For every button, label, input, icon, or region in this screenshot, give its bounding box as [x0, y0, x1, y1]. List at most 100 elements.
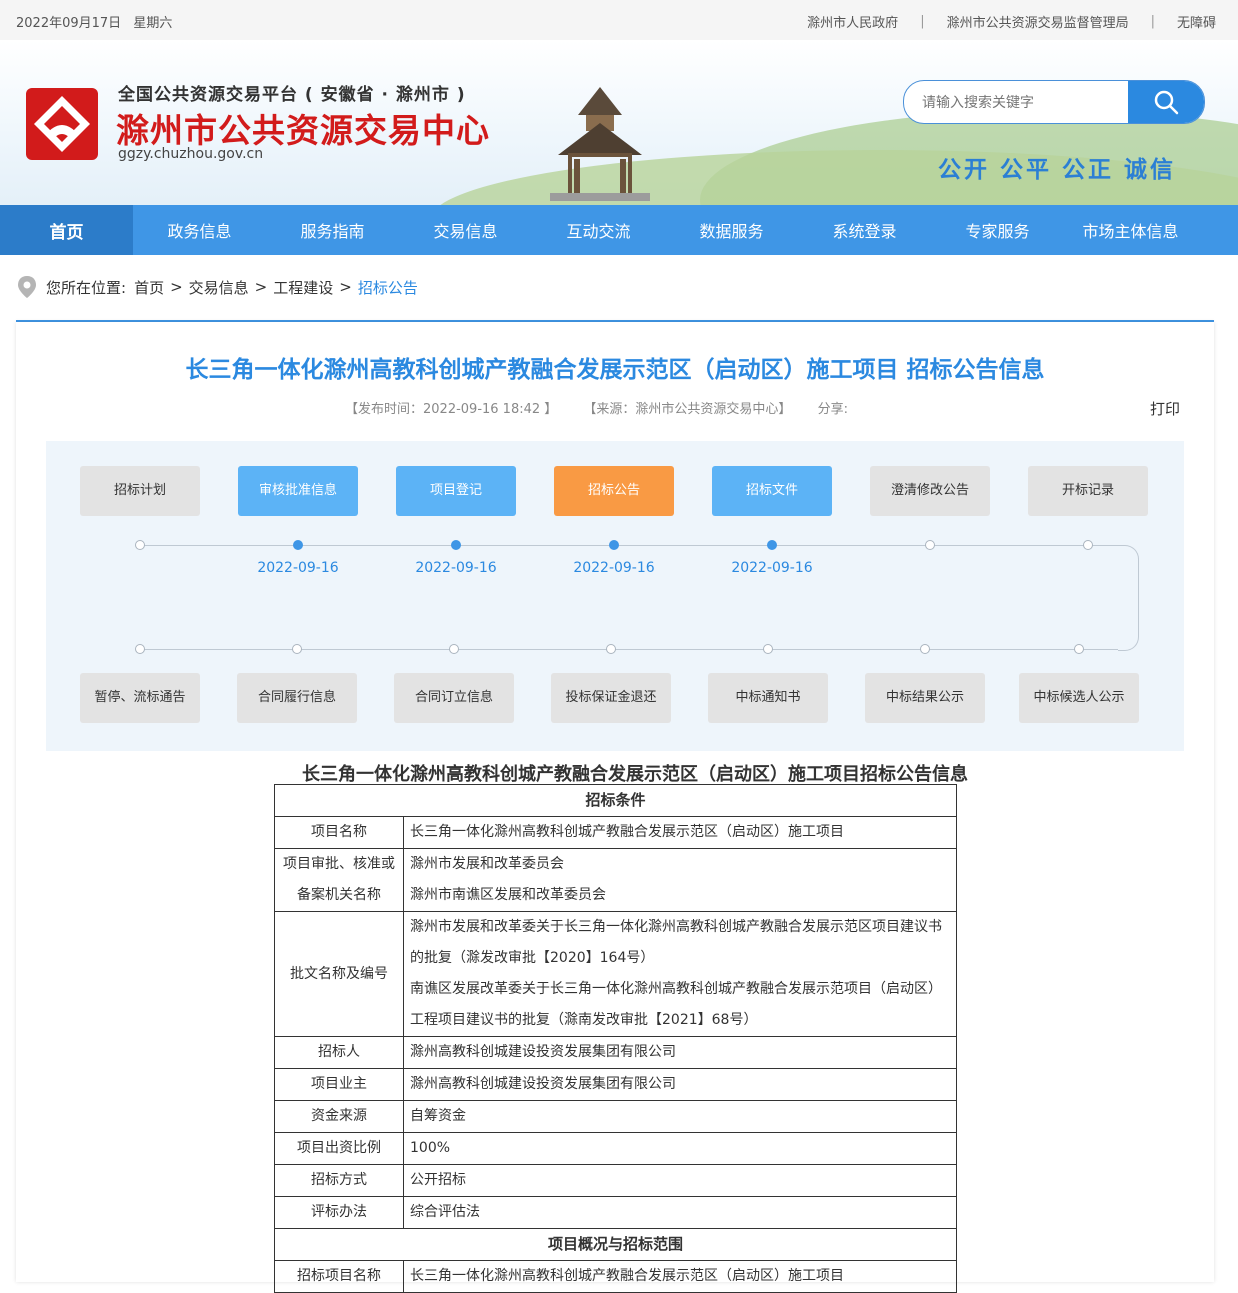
breadcrumb-separator: >: [254, 278, 268, 296]
flow-step-bottom[interactable]: 中标结果公示: [865, 673, 985, 723]
flow-step-top[interactable]: 招标文件: [712, 466, 832, 516]
flow-step-top[interactable]: 审核批准信息: [238, 466, 358, 516]
breadcrumb-label: 您所在位置:: [46, 278, 127, 297]
flow-step-bottom[interactable]: 中标通知书: [708, 673, 828, 723]
link-accessibility[interactable]: 无障碍: [1177, 12, 1216, 31]
flow-step-top[interactable]: 招标公告: [554, 466, 674, 516]
breadcrumb-home[interactable]: 首页: [134, 277, 164, 298]
row-value-line: 100%: [410, 1140, 451, 1156]
step-date: 2022-09-16: [415, 560, 497, 576]
document-title: 长三角一体化滁州高教科创城产教融合发展示范区（启动区）施工项目招标公告信息: [302, 764, 968, 785]
flow-step-top[interactable]: 项目登记: [396, 466, 516, 516]
timeline-dot: [920, 644, 930, 654]
section-header: 项目概况与招标范围: [274, 1228, 957, 1261]
row-key: 批文名称及编号: [274, 911, 404, 1037]
center-name: 滁州市公共资源交易中心: [116, 111, 490, 150]
slogan-word: 公平: [1000, 157, 1052, 183]
breadcrumb-engineering[interactable]: 工程建设: [273, 277, 333, 298]
timeline-curve: [1118, 545, 1139, 651]
row-value-line: 滁州市发展和改革委关于长三角一体化滁州高教科创城产教融合发展示范区项目建议书的批…: [410, 919, 942, 966]
timeline-dot: [767, 540, 777, 550]
row-key: 招标方式: [274, 1164, 404, 1197]
timeline-dot: [135, 644, 145, 654]
row-value: 滁州市发展和改革委关于长三角一体化滁州高教科创城产教融合发展示范区项目建议书的批…: [403, 911, 957, 1037]
table-section-row: 招标条件: [274, 784, 957, 817]
row-value: 滁州高教科创城建设投资发展集团有限公司: [403, 1036, 957, 1069]
nav-item-service-guide[interactable]: 服务指南: [266, 205, 399, 255]
nav-item-data-service[interactable]: 数据服务: [665, 205, 798, 255]
row-value-line: 综合评估法: [410, 1204, 480, 1220]
slogan-word: 公正: [1062, 157, 1114, 183]
timeline-dot: [763, 644, 773, 654]
top-links: 滁州市人民政府 | 滁州市公共资源交易监督管理局 | 无障碍: [807, 12, 1216, 31]
print-button[interactable]: 打印: [1150, 398, 1180, 419]
row-key: 评标办法: [274, 1196, 404, 1229]
separator: |: [1150, 14, 1155, 29]
link-city-government[interactable]: 滁州市人民政府: [807, 12, 898, 31]
nav-item-market-entity[interactable]: 市场主体信息: [1064, 205, 1197, 255]
row-value: 长三角一体化滁州高教科创城产教融合发展示范区（启动区）施工项目: [403, 816, 957, 849]
row-value-line: 公开招标: [410, 1172, 466, 1188]
nav-item-home[interactable]: 首页: [0, 205, 133, 255]
row-key: 招标项目名称: [274, 1260, 404, 1293]
nav-item-system-login[interactable]: 系统登录: [798, 205, 931, 255]
header-banner: 全国公共资源交易平台 ( 安徽省 · 滁州市 ) 滁州市公共资源交易中心 ggz…: [0, 40, 1238, 205]
table-row: 评标办法 综合评估法: [274, 1196, 957, 1229]
breadcrumb-current[interactable]: 招标公告: [358, 277, 418, 298]
flow-step-bottom[interactable]: 中标候选人公示: [1019, 673, 1139, 723]
nav-item-trade-info[interactable]: 交易信息: [399, 205, 532, 255]
bid-info-table: 招标条件 项目名称 长三角一体化滁州高教科创城产教融合发展示范区（启动区）施工项目项…: [274, 784, 957, 1293]
nav-item-government-info[interactable]: 政务信息: [133, 205, 266, 255]
flow-step-bottom[interactable]: 投标保证金退还: [551, 673, 671, 723]
row-value: 长三角一体化滁州高教科创城产教融合发展示范区（启动区）施工项目: [403, 1260, 957, 1293]
flow-step-bottom[interactable]: 合同订立信息: [394, 673, 514, 723]
flow-step-top[interactable]: 澄清修改公告: [870, 466, 990, 516]
timeline-dot: [451, 540, 461, 550]
breadcrumb: 您所在位置: 首页 > 交易信息 > 工程建设 > 招标公告: [16, 275, 418, 299]
timeline-dot: [1083, 540, 1093, 550]
row-value-line: 南谯区发展改革委关于长三角一体化滁州高教科创城产教融合发展示范项目（启动区）工程…: [410, 981, 942, 1028]
table-row: 批文名称及编号 滁州市发展和改革委关于长三角一体化滁州高教科创城产教融合发展示范区…: [274, 911, 957, 1037]
timeline-dot: [1074, 644, 1084, 654]
flow-step-top[interactable]: 招标计划: [80, 466, 200, 516]
row-value: 自筹资金: [403, 1100, 957, 1133]
slogan: 公开 公平 公正 诚信: [938, 150, 1186, 184]
flow-step-top[interactable]: 开标记录: [1028, 466, 1148, 516]
row-value: 公开招标: [403, 1164, 957, 1197]
flow-step-bottom[interactable]: 暂停、流标通告: [80, 673, 200, 723]
flow-step-bottom[interactable]: 合同履行信息: [237, 673, 357, 723]
row-value-line: 长三角一体化滁州高教科创城产教融合发展示范区（启动区）施工项目: [410, 824, 844, 840]
search-input[interactable]: [920, 81, 1124, 123]
timeline-dot: [293, 540, 303, 550]
pavilion-image: [550, 87, 650, 201]
row-value-line: 滁州市发展和改革委员会: [410, 856, 564, 872]
breadcrumb-separator: >: [170, 278, 183, 296]
top-date: 2022年09月17日 星期六: [16, 12, 172, 31]
row-value: 滁州市发展和改革委员会 滁州市南谯区发展和改革委员会: [403, 848, 957, 912]
timeline-dot: [606, 644, 616, 654]
publish-time: 【发布时间：2022-09-16 18:42 】: [345, 402, 558, 417]
search-button[interactable]: [1128, 81, 1204, 123]
nav-item-expert-service[interactable]: 专家服务: [931, 205, 1064, 255]
logo-icon: [26, 88, 98, 160]
timeline-line-top: [140, 545, 1118, 546]
table-row: 招标人 滁州高教科创城建设投资发展集团有限公司: [274, 1036, 957, 1069]
timeline-line-bottom: [140, 649, 1118, 650]
row-key: 项目审批、核准或备案机关名称: [274, 848, 404, 912]
table-row: 项目审批、核准或备案机关名称 滁州市发展和改革委员会 滁州市南谯区发展和改革委员会: [274, 848, 957, 912]
main-nav: 首页 政务信息 服务指南 交易信息 互动交流 数据服务 系统登录 专家服务 市场…: [0, 205, 1238, 255]
table-row: 招标方式 公开招标: [274, 1164, 957, 1197]
top-bar: 2022年09月17日 星期六 滁州市人民政府 | 滁州市公共资源交易监督管理局…: [0, 0, 1238, 40]
row-value-line: 滁州高教科创城建设投资发展集团有限公司: [410, 1076, 676, 1092]
table-row: 项目名称 长三角一体化滁州高教科创城产教融合发展示范区（启动区）施工项目: [274, 816, 957, 849]
separator: |: [920, 14, 925, 29]
row-value-line: 滁州高教科创城建设投资发展集团有限公司: [410, 1044, 676, 1060]
breadcrumb-trade-info[interactable]: 交易信息: [189, 277, 249, 298]
step-date: 2022-09-16: [731, 560, 813, 576]
row-value: 滁州高教科创城建设投资发展集团有限公司: [403, 1068, 957, 1101]
nav-item-interaction[interactable]: 互动交流: [532, 205, 665, 255]
weekday-text: 星期六: [133, 16, 173, 31]
table-row: 项目出资比例 100%: [274, 1132, 957, 1165]
share-label: 分享:: [817, 402, 848, 417]
link-supervision-bureau[interactable]: 滁州市公共资源交易监督管理局: [947, 12, 1129, 31]
